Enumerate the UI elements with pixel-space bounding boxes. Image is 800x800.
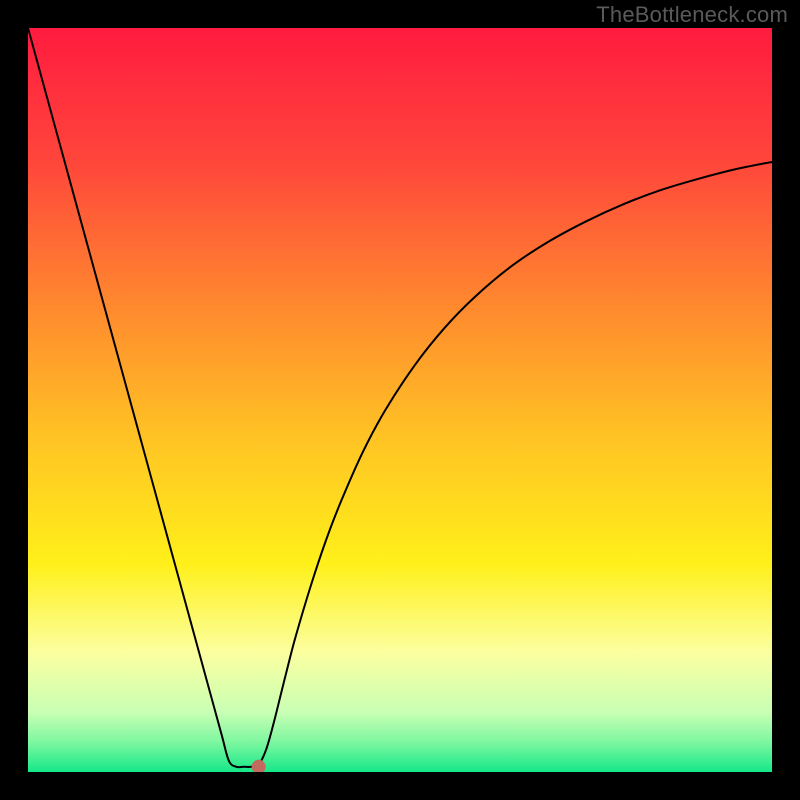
chart-plot-area [28, 28, 772, 772]
chart-frame: TheBottleneck.com [0, 0, 800, 800]
watermark-text: TheBottleneck.com [596, 2, 788, 28]
chart-background [28, 28, 772, 772]
chart-svg [28, 28, 772, 772]
